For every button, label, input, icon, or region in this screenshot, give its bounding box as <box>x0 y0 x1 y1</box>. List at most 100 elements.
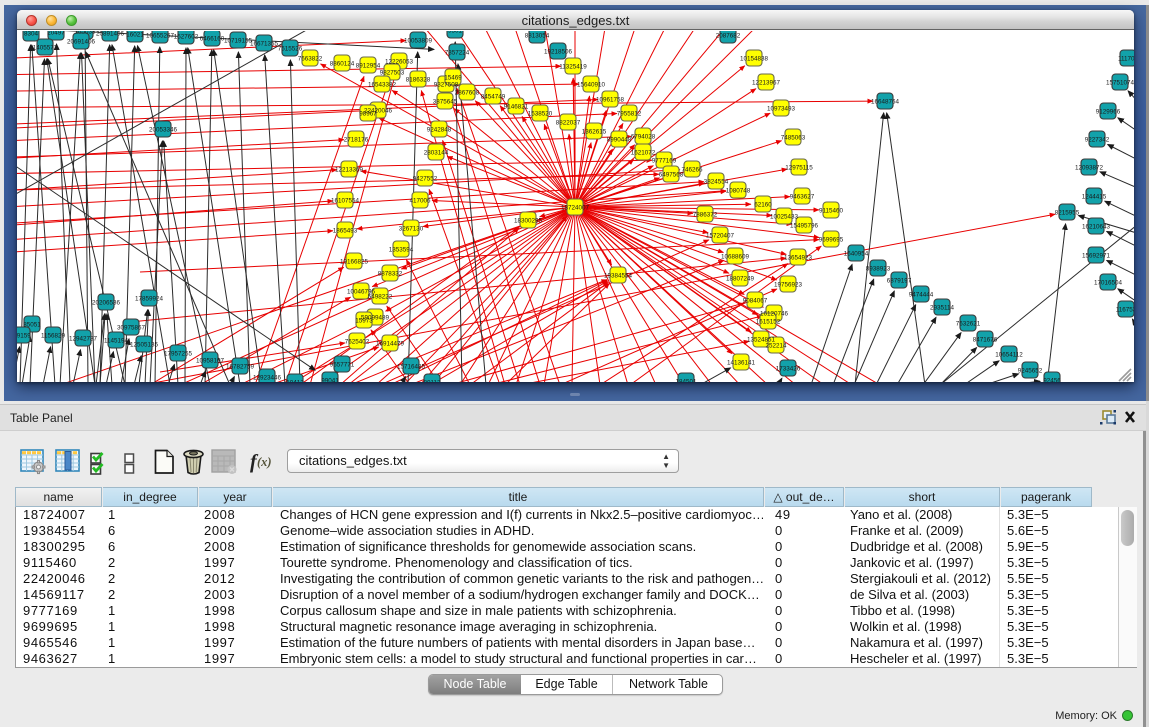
svg-text:6794028: 6794028 <box>631 134 656 141</box>
svg-text:9245652: 9245652 <box>1018 368 1043 375</box>
svg-text:1362615: 1362615 <box>582 129 607 136</box>
svg-text:9474444: 9474444 <box>909 292 934 299</box>
svg-text:10154838: 10154838 <box>740 56 769 63</box>
svg-text:16914479: 16914479 <box>376 341 405 348</box>
svg-text:10719155: 10719155 <box>224 38 253 45</box>
svg-text:10973493: 10973493 <box>767 106 796 113</box>
svg-text:20891406: 20891406 <box>96 31 125 38</box>
svg-text:8990448: 8990448 <box>607 137 632 144</box>
svg-text:15720407: 15720407 <box>706 233 735 240</box>
svg-text:15973: 15973 <box>355 318 373 325</box>
svg-text:16648764: 16648764 <box>871 99 900 106</box>
svg-text:17859924: 17859924 <box>135 296 164 303</box>
svg-text:7625402: 7625402 <box>345 339 370 346</box>
svg-text:16782759: 16782759 <box>226 364 255 371</box>
svg-text:9084067: 9084067 <box>743 298 768 305</box>
svg-text:2935114: 2935114 <box>930 305 955 312</box>
svg-text:1353594: 1353594 <box>389 247 414 254</box>
svg-text:7955812: 7955812 <box>617 111 642 118</box>
svg-text:2867608: 2867608 <box>455 90 480 97</box>
svg-text:1615152: 1615152 <box>756 319 781 326</box>
svg-text:9699695: 9699695 <box>819 237 844 244</box>
svg-text:15692971: 15692971 <box>1082 253 1111 260</box>
svg-text:10961758: 10961758 <box>596 97 625 104</box>
svg-text:15716485: 15716485 <box>397 364 426 371</box>
svg-text:8215955: 8215955 <box>1055 210 1080 217</box>
svg-text:12942737: 12942737 <box>69 336 98 343</box>
svg-text:85051: 85051 <box>23 322 41 329</box>
svg-text:6497568: 6497568 <box>659 172 684 179</box>
svg-text:9827503: 9827503 <box>380 70 405 77</box>
svg-text:252214: 252214 <box>765 343 787 350</box>
svg-text:1080748: 1080748 <box>726 188 751 195</box>
svg-text:16543382: 16543382 <box>368 82 397 89</box>
svg-text:15751074: 15751074 <box>1106 80 1134 87</box>
svg-text:13654923: 13654923 <box>784 255 813 262</box>
svg-text:15469: 15469 <box>444 75 462 82</box>
svg-text:14136141: 14136141 <box>727 360 756 367</box>
svg-text:12923446: 12923446 <box>253 375 282 382</box>
svg-text:18807249: 18807249 <box>726 276 755 283</box>
svg-text:10046796: 10046796 <box>347 289 376 296</box>
svg-text:746266: 746266 <box>681 167 703 174</box>
svg-text:80112: 80112 <box>423 380 441 383</box>
svg-text:12213369: 12213369 <box>335 167 364 174</box>
svg-text:62160: 62160 <box>754 202 772 209</box>
svg-text:111704: 111704 <box>1118 56 1134 63</box>
svg-text:6879197: 6879197 <box>887 278 912 285</box>
svg-text:1156829: 1156829 <box>41 333 66 340</box>
svg-text:8822037: 8822037 <box>556 120 581 127</box>
svg-text:12226053: 12226053 <box>385 59 414 66</box>
svg-text:16671355: 16671355 <box>250 41 279 48</box>
svg-text:2087682: 2087682 <box>716 33 741 40</box>
svg-text:7632621: 7632621 <box>956 321 981 328</box>
svg-text:2803144: 2803144 <box>424 150 449 157</box>
svg-text:8860124: 8860124 <box>330 61 355 68</box>
svg-text:20206536: 20206536 <box>92 300 121 307</box>
svg-text:8878332: 8878332 <box>378 271 403 278</box>
svg-text:7663822: 7663822 <box>298 56 323 63</box>
svg-text:16120746: 16120746 <box>760 311 789 318</box>
svg-text:9242848: 9242848 <box>427 127 452 134</box>
svg-text:10958107: 10958107 <box>196 358 225 365</box>
svg-text:9463627: 9463627 <box>790 194 815 201</box>
svg-text:6466160: 6466160 <box>200 36 225 43</box>
svg-text:10654112: 10654112 <box>995 352 1023 359</box>
svg-text:8471676: 8471676 <box>973 337 998 344</box>
svg-text:20497: 20497 <box>47 31 65 37</box>
svg-text:1865493: 1865493 <box>333 228 358 235</box>
svg-text:10053809: 10053809 <box>404 38 433 45</box>
svg-text:17957255: 17957255 <box>164 351 193 358</box>
svg-text:9129966: 9129966 <box>1096 109 1121 116</box>
svg-text:1538520: 1538520 <box>528 111 553 118</box>
svg-text:7485063: 7485063 <box>781 135 806 142</box>
svg-text:9427552: 9427552 <box>413 176 438 183</box>
svg-text:17016504: 17016504 <box>1094 280 1123 287</box>
svg-text:7886372: 7886372 <box>693 212 718 219</box>
svg-text:1145194: 1145194 <box>104 338 129 345</box>
svg-text:(x): (x) <box>257 455 272 469</box>
svg-text:8813054: 8813054 <box>525 33 550 40</box>
svg-text:19218506: 19218506 <box>544 49 573 56</box>
svg-text:1244415: 1244415 <box>1082 194 1107 201</box>
svg-text:10688609: 10688609 <box>721 254 750 261</box>
svg-text:19384554: 19384554 <box>604 273 633 280</box>
svg-text:20053346: 20053346 <box>149 127 178 134</box>
svg-text:39159: 39159 <box>17 333 31 340</box>
svg-text:184501: 184501 <box>675 379 697 383</box>
svg-text:11325419: 11325419 <box>559 64 587 71</box>
svg-text:8186328: 8186328 <box>406 77 431 84</box>
svg-text:3267130: 3267130 <box>399 226 424 233</box>
svg-text:12975115: 12975115 <box>785 165 813 172</box>
svg-text:1621072: 1621072 <box>631 150 656 157</box>
svg-text:417006: 417006 <box>409 198 431 205</box>
svg-text:3824554: 3824554 <box>704 179 729 186</box>
svg-text:16021: 16021 <box>126 32 144 39</box>
svg-text:10025433: 10025433 <box>770 214 799 221</box>
svg-text:1405572: 1405572 <box>33 45 58 52</box>
svg-text:165033: 165033 <box>74 31 96 36</box>
svg-text:9227342: 9227342 <box>1085 137 1110 144</box>
svg-text:19166825: 19166825 <box>340 259 369 266</box>
svg-text:9501: 9501 <box>448 31 463 35</box>
svg-text:9115460: 9115460 <box>819 208 844 215</box>
